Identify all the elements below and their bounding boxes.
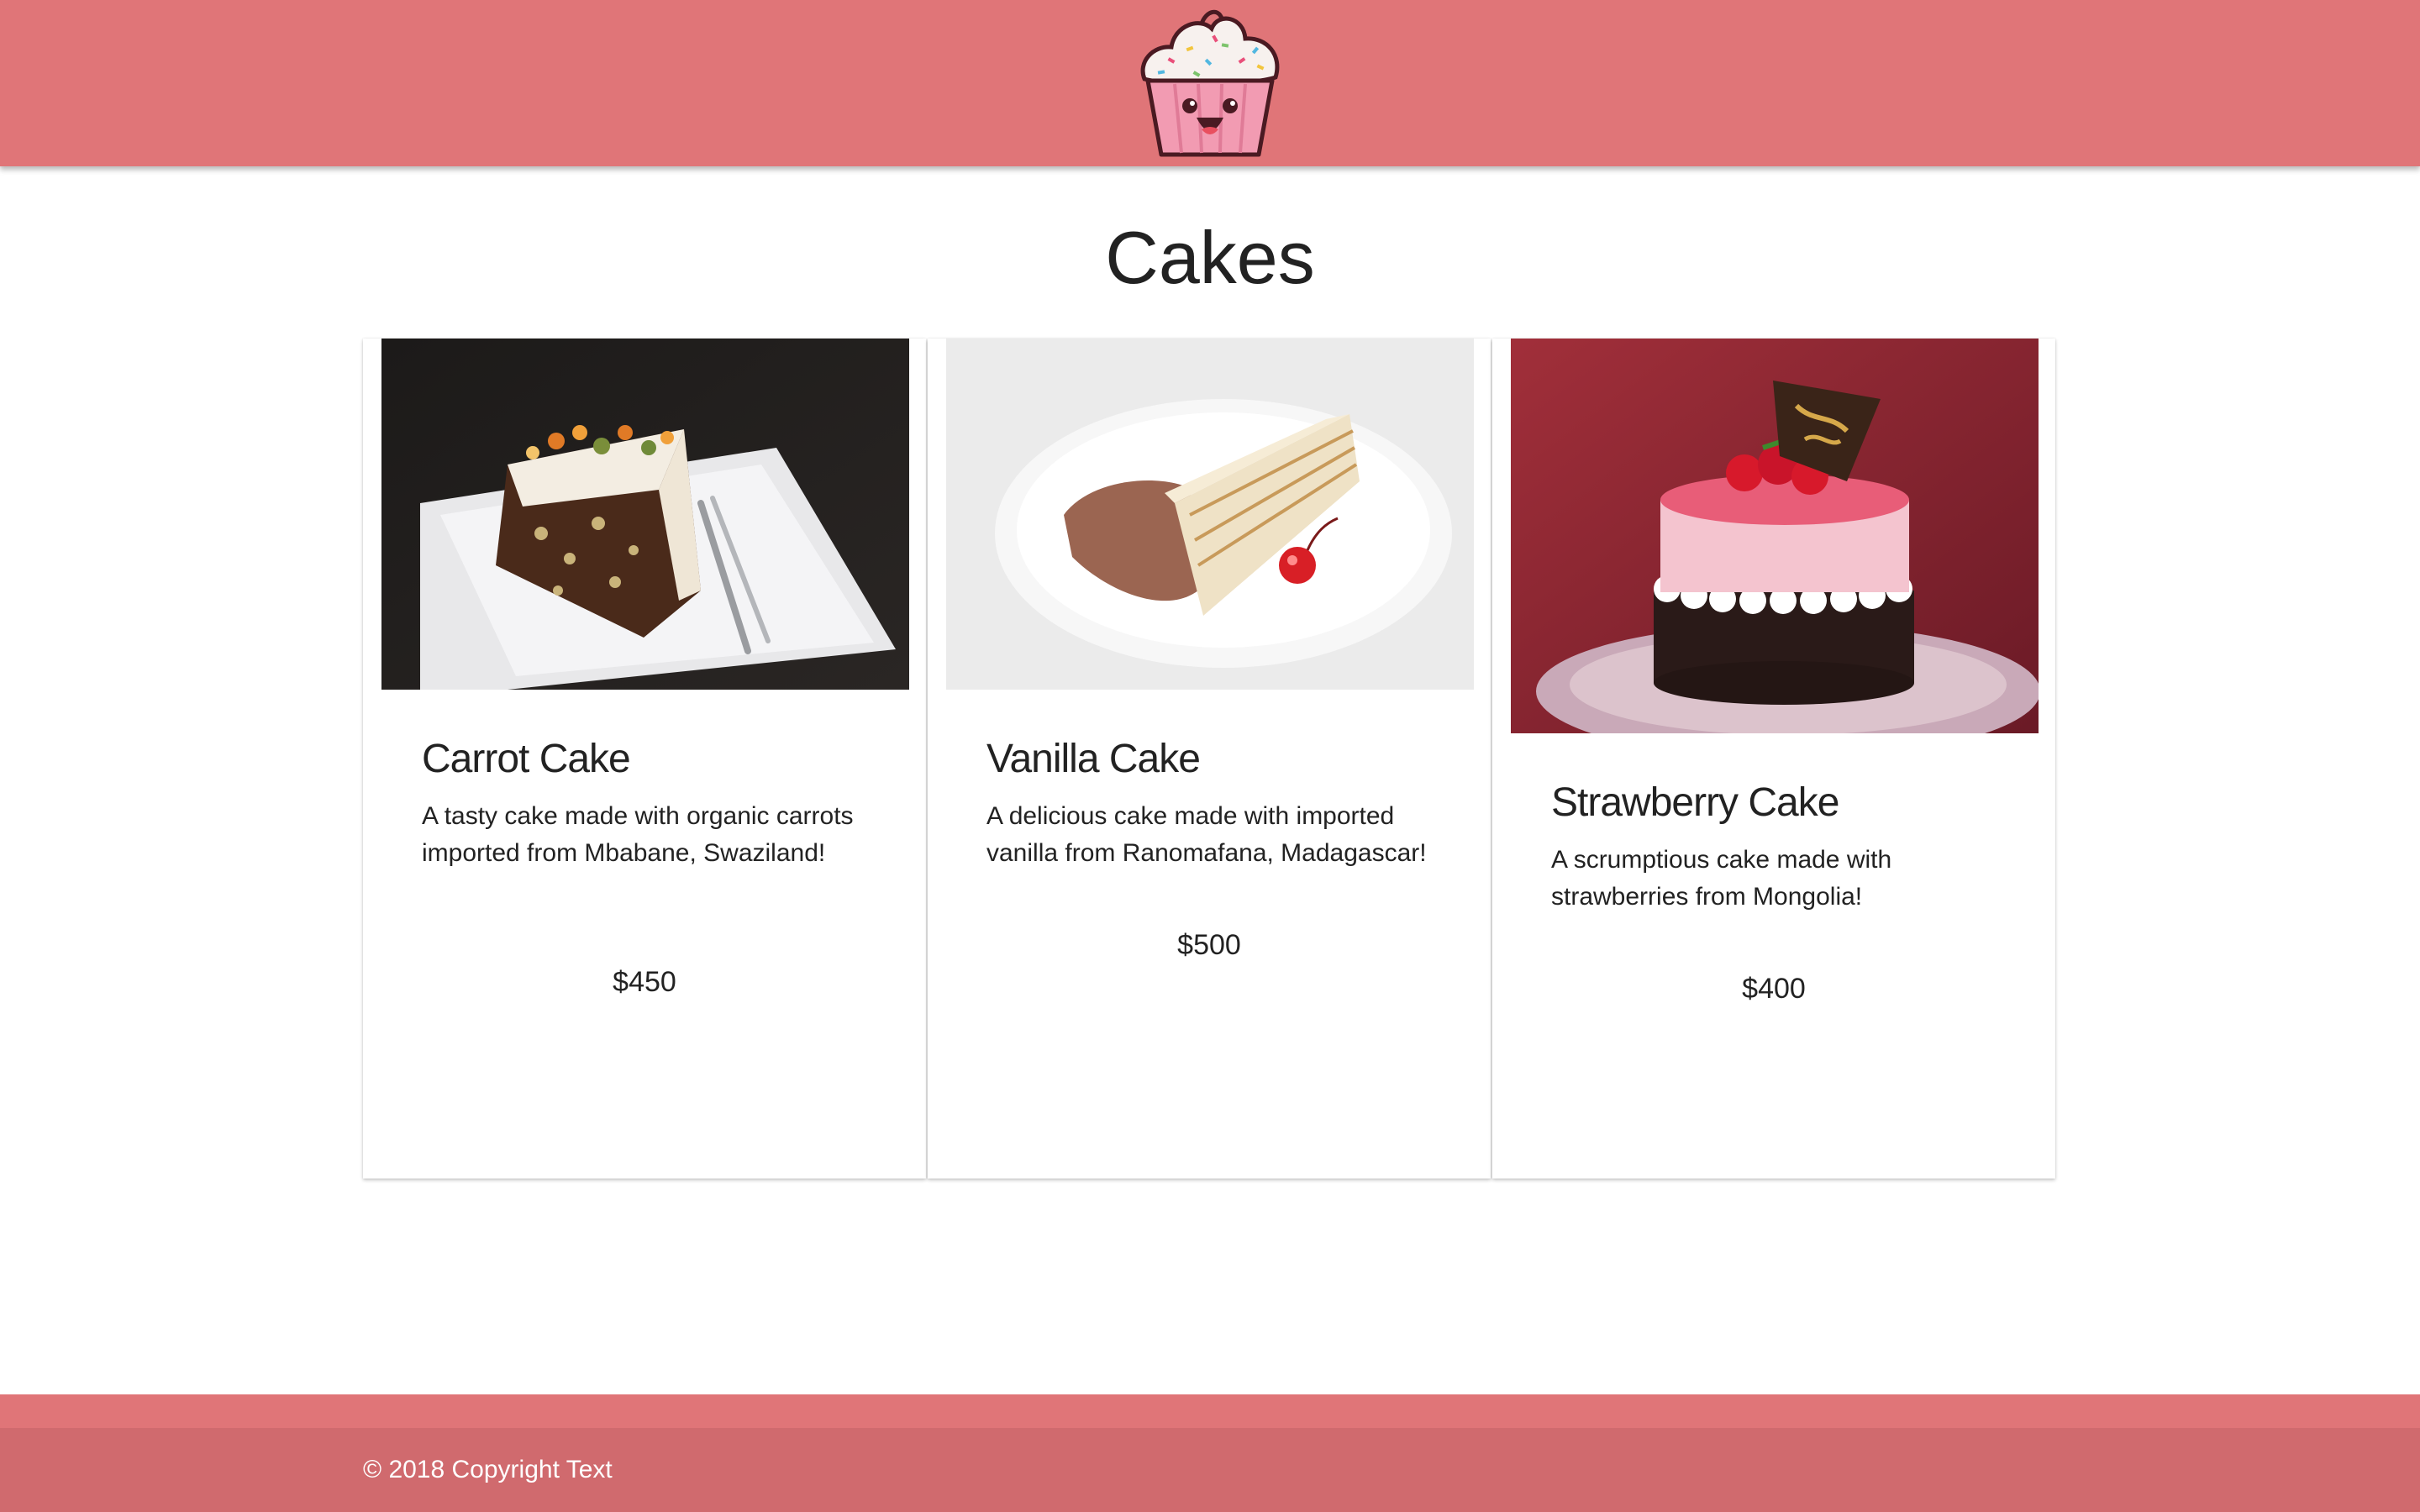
site-header xyxy=(0,0,2420,166)
page-title: Cakes xyxy=(1105,216,1315,299)
product-card-vanilla[interactable]: Vanilla Cake A delicious cake made with … xyxy=(928,339,1491,1179)
vanilla-cake-photo xyxy=(946,339,1474,690)
product-card-strawberry[interactable]: Strawberry Cake A scrumptious cake made … xyxy=(1492,339,2055,1179)
product-card-carrot[interactable]: Carrot Cake A tasty cake made with organ… xyxy=(363,339,926,1179)
card-price: $450 xyxy=(613,966,676,998)
site-footer: © 2018 Copyright Text xyxy=(0,1428,2420,1512)
strawberry-cake-photo xyxy=(1511,339,2039,733)
footer-band xyxy=(0,1394,2420,1428)
card-description: A delicious cake made with imported vani… xyxy=(986,802,1427,867)
card-price: $500 xyxy=(1177,929,1241,961)
card-description: A scrumptious cake made with strawberrie… xyxy=(1551,846,1892,911)
cupcake-logo-icon[interactable] xyxy=(1134,7,1286,160)
card-description: A tasty cake made with organic carrots i… xyxy=(422,802,854,867)
card-title: Vanilla Cake xyxy=(986,737,1201,781)
carrot-cake-photo xyxy=(381,339,909,690)
card-title: Strawberry Cake xyxy=(1551,780,1839,825)
card-title: Carrot Cake xyxy=(422,737,631,781)
copyright-text: © 2018 Copyright Text xyxy=(363,1456,613,1483)
card-price: $400 xyxy=(1742,973,1806,1005)
